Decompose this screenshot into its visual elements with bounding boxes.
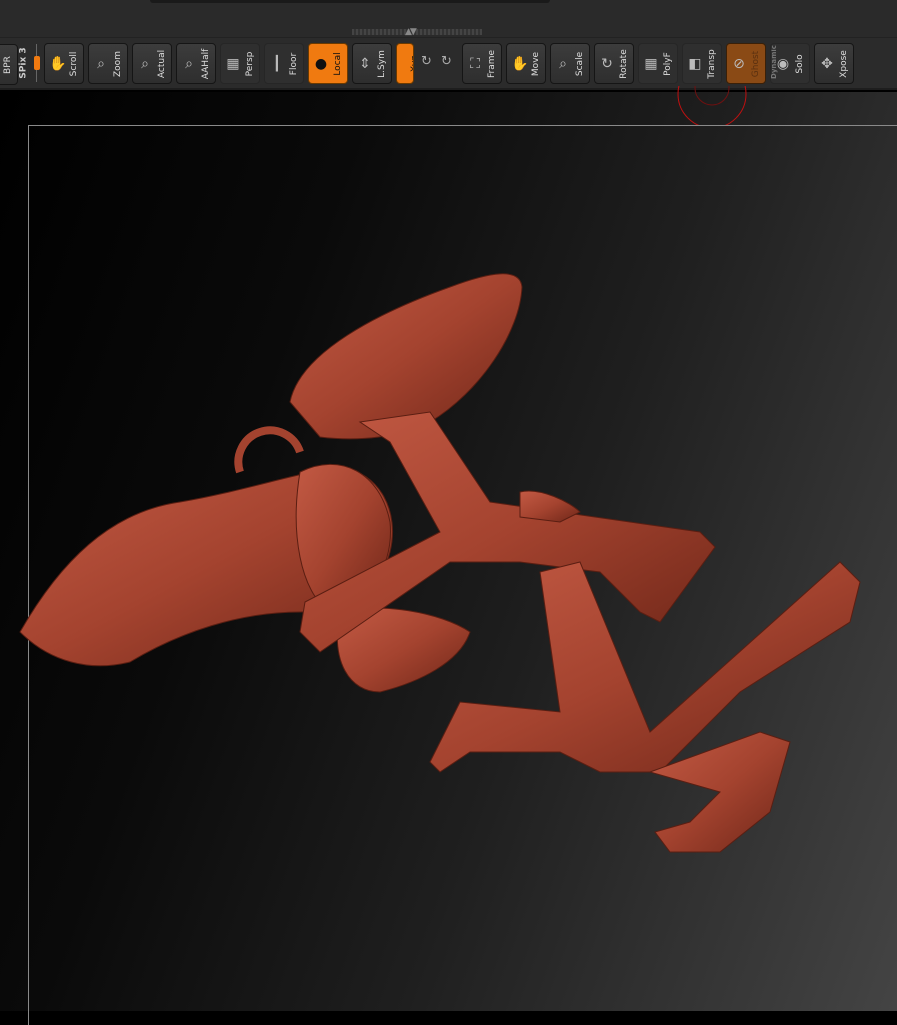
persp-button[interactable]: ▦ Persp	[220, 43, 260, 84]
button-label: Solo	[795, 53, 805, 74]
hand-icon: ✋	[511, 56, 529, 72]
button-label: PolyF	[663, 51, 673, 76]
button-label: Local	[333, 51, 343, 76]
move-button[interactable]: ✋ Move	[506, 43, 546, 84]
ghost-button[interactable]: ⊘ Ghost	[726, 43, 766, 84]
grid-icon: ▦	[226, 56, 240, 72]
shelf-resize-handle[interactable]	[352, 29, 482, 35]
xpose-icon: ✥	[821, 56, 833, 72]
frame-icon: ⛶	[470, 56, 480, 72]
xpose-button[interactable]: ✥ Xpose	[814, 43, 854, 84]
button-label: Xpose	[839, 49, 849, 78]
floor-icon: ┃	[272, 56, 282, 72]
collapse-arrows-icon[interactable]: ▲▼	[405, 27, 417, 37]
grid-icon: ▦	[644, 56, 658, 72]
spix-label: SPix 3	[18, 47, 29, 79]
bpr-button[interactable]: BPR	[0, 44, 18, 85]
button-label: Rotate	[619, 48, 629, 79]
hand-icon: ✋	[49, 56, 67, 72]
rotate-z-icon[interactable]: ↻	[441, 54, 452, 69]
lsym-button[interactable]: ⇕ L.Sym	[352, 43, 392, 84]
polyf-button[interactable]: ▦ PolyF	[638, 43, 678, 84]
rotate-icon: ↻	[601, 56, 613, 72]
transparency-icon: ◧	[688, 56, 702, 72]
ghost-icon: ⊘	[733, 56, 745, 72]
button-label: Zoom	[113, 50, 123, 77]
xyz-button[interactable]: ↻Xyz	[396, 43, 414, 84]
transp-button[interactable]: ◧ Transp	[682, 43, 722, 84]
local-icon: ●	[314, 56, 328, 72]
top-panel-edge	[150, 0, 550, 3]
button-label: AAHalf	[201, 48, 211, 79]
button-label: Frame	[487, 49, 497, 78]
button-label: Scroll	[69, 51, 79, 76]
solo-button[interactable]: ◉ Solo Dynamic	[770, 43, 810, 84]
zoom-button[interactable]: ⌕ Zoom	[88, 43, 128, 84]
rotate-y-icon[interactable]: ↻	[421, 54, 432, 69]
button-label: L.Sym	[377, 49, 387, 78]
spix-slider[interactable]	[34, 56, 40, 70]
frame-button[interactable]: ⛶ Frame	[462, 43, 502, 84]
button-label: Xyz	[410, 55, 414, 72]
symmetry-icon: ⇕	[359, 56, 371, 72]
dynamic-label: Dynamic	[770, 45, 778, 79]
magnifier-icon: ⌕	[97, 56, 105, 72]
scale-button[interactable]: ⌕ Scale	[550, 43, 590, 84]
floor-button[interactable]: ┃ Floor	[264, 43, 304, 84]
button-label: Transp	[707, 48, 717, 79]
magnifier-icon: ⌕	[141, 56, 149, 72]
aahalf-button[interactable]: ⌕ AAHalf	[176, 43, 216, 84]
viewport-canvas[interactable]	[0, 86, 897, 1025]
button-label: Scale	[575, 51, 585, 76]
top-shelf: ▲▼	[0, 0, 897, 37]
rotate-button[interactable]: ↻ Rotate	[594, 43, 634, 84]
magnifier-icon: ⌕	[559, 56, 567, 72]
button-label: Ghost	[751, 50, 761, 77]
actual-button[interactable]: ⌕ Actual	[132, 43, 172, 84]
local-button[interactable]: ● Local	[308, 43, 348, 84]
button-label: Floor	[289, 52, 299, 75]
magnifier-icon: ⌕	[185, 56, 193, 72]
button-label: Persp	[245, 51, 255, 76]
button-label: Move	[531, 51, 541, 76]
button-label: Actual	[157, 49, 167, 78]
scroll-button[interactable]: ✋ Scroll	[44, 43, 84, 84]
sculpt-model-eagle-anchor[interactable]	[0, 92, 897, 1011]
